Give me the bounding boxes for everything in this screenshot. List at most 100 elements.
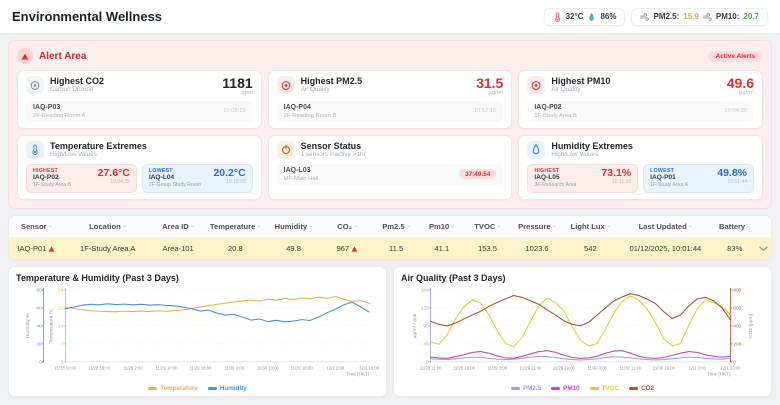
chart-legend: Temperature Humidity [16,385,379,392]
sensor-id: IAQ-P03 [33,104,61,111]
warning-icon [49,246,55,252]
svg-text:20: 20 [36,342,42,348]
temperature-humidity-chart-card: Temperature & Humidity (Past 3 Days) 0 20… [8,266,387,397]
cell-pressure: 1023.6 [525,244,549,254]
col-temperature[interactable]: Temperature – [205,216,266,237]
svg-text:400: 400 [733,324,741,330]
col-location[interactable]: Location – [64,216,152,237]
legend-marker [629,387,639,390]
svg-text:Humidity %: Humidity % [25,313,31,339]
sensor-location: 1F-Study Area B [534,112,577,119]
pm-summary-pill: PM2.5: 15.9 PM10: 20.7 [631,7,768,26]
card-subtitle: 1 sensors inactive >1hr [300,151,366,159]
sort-icon: – [552,223,556,230]
col-light-lux[interactable]: Light Lux – [564,216,617,237]
alert-area-header: Alert Area Active Alerts [17,48,763,64]
droplet-icon [587,12,596,22]
temperature-extremes-card: Temperature Extremes High/Low Values HIG… [17,134,262,201]
lowest-temp-value: 20.2°C [213,166,246,179]
svg-text:90: 90 [423,324,429,330]
sensor-location: 2F-Group Study Room [148,182,202,189]
cell-last-updated: 01/12/2025, 10:01:44 [629,244,702,254]
page-header: Environmental Wellness 32°C 86% PM2.5: 1… [0,0,780,34]
svg-text:60: 60 [36,306,42,312]
legend-item-temperature[interactable]: Temperature [148,385,198,392]
alert-cards-row-2: Temperature Extremes High/Low Values HIG… [17,134,763,201]
col-co2[interactable]: CO₂ – [321,216,373,237]
svg-text:11/28 18:00: 11/28 18:00 [88,366,111,371]
svg-text:Temperature °C: Temperature °C [48,309,54,344]
card-title: Humidity Extremes [551,140,633,151]
alert-area-title: Alert Area [39,50,87,62]
sort-icon: – [309,223,313,230]
svg-text:12/1 3:00: 12/1 3:00 [688,366,706,371]
col-humidity[interactable]: Humidity – [266,216,322,237]
main-content: Alert Area Active Alerts Highest CO2 Car… [0,34,780,403]
card-subtitle: Air Quality [551,86,581,94]
inactive-duration-badge: 37:49:54 [459,169,497,180]
svg-text:180: 180 [421,288,429,294]
highest-humidity-panel: HIGHEST IAQ-L05 3F-Research Area 73.1% 1… [527,163,639,194]
col-battery[interactable]: Battery – [714,216,756,237]
alert-area-section: Alert Area Active Alerts Highest CO2 Car… [8,40,772,210]
svg-text:µg/m³ / ppb: µg/m³ / ppb [412,313,418,338]
svg-text:11/29 19:00: 11/29 19:00 [553,366,576,371]
svg-text:11/28 10:00: 11/28 10:00 [54,366,77,371]
legend-item-tvoc[interactable]: TVOC [589,385,619,392]
sort-icon: – [688,223,693,230]
cell-location: 1F-Study Area A [80,244,136,254]
col-pressure[interactable]: Pressure – [510,216,563,237]
legend-marker [148,387,158,390]
row-expand-chevron[interactable] [756,240,771,258]
sensor-info-row: IAQ-P02 1F-Study Area B 10:04:39 [527,101,754,122]
sensor-id: IAQ-P01 [650,173,676,181]
humidity-extremes-card: Humidity Extremes High/Low Values HIGHES… [518,134,763,201]
svg-text:11/29 10:00: 11/29 10:00 [156,366,179,371]
svg-text:CO2 (ppm): CO2 (ppm) [748,314,754,339]
cell-temperature: 20.8 [227,244,243,254]
svg-text:11/30 19:00: 11/30 19:00 [653,366,676,371]
svg-text:11/30 10:00: 11/30 10:00 [257,366,280,371]
card-title: Highest PM2.5 [300,76,363,86]
charts-row: Temperature & Humidity (Past 3 Days) 0 20… [8,266,772,397]
card-title: Highest CO2 [50,76,105,86]
card-title: Temperature Extremes [50,140,147,151]
col-pm10[interactable]: Pm10– [419,216,465,237]
col-sensor[interactable]: Sensor – [9,216,64,237]
svg-text:800: 800 [733,288,741,294]
sort-icon: – [497,223,501,230]
sort-icon: – [606,223,611,230]
svg-text:80: 80 [36,288,42,294]
legend-label: Temperature [160,384,198,392]
card-title: Highest PM10 [551,76,611,86]
highest-pm10-card: Highest PM10 Air Quality 49.6 µg/m³ IAQ-… [518,70,763,129]
col-tvoc[interactable]: TVOC – [465,216,511,237]
legend-item-co2[interactable]: CO2 [629,385,654,392]
legend-item-pm25[interactable]: PM2.5 [510,385,541,392]
table-row[interactable]: IAQ-P01 1F-Study Area A Area-101 20.8 49… [9,238,771,260]
sensor-info-row: IAQ-P03 2F-Reading Room A 10:08:19 [26,101,253,122]
sensor-time: 10:04:39 [724,108,747,115]
lowest-humidity-value: 49.8% [717,166,748,179]
air-quality-chart: 04590135180µg/m³ / ppb0200400600800CO2 (… [412,288,754,377]
col-area-id[interactable]: Area ID – [151,216,204,237]
sensor-time: 10:08:19 [223,108,246,115]
legend-item-pm10[interactable]: PM10 [551,385,580,392]
legend-item-humidity[interactable]: Humidity [207,385,247,392]
svg-text:11/28 11:00: 11/28 11:00 [420,366,442,371]
warning-icon [351,246,358,252]
thermometer-icon [26,140,44,159]
pm25-alert-value: 31.5 [476,75,504,91]
sensor-location: 1F-Study Area B [33,182,72,189]
legend-marker [551,387,561,390]
col-last-updated[interactable]: Last Updated – [617,216,714,237]
pm10-value: 20.7 [743,12,759,21]
pm25-label: PM2.5: [653,12,680,21]
inactive-sensor-row: IAQ-L03 MF-Main Hall 37:49:54 [276,163,504,185]
svg-text:40: 40 [36,324,42,330]
legend-marker [589,387,599,390]
sensor-location: 2F-Reading Room B [283,112,337,119]
lowest-humidity-panel: LOWEST IAQ-P01 1F-Study Area A 49.8% 10:… [643,163,755,194]
col-pm25[interactable]: Pm2.5– [373,216,419,237]
sensor-id: IAQ-L03 [283,166,311,174]
